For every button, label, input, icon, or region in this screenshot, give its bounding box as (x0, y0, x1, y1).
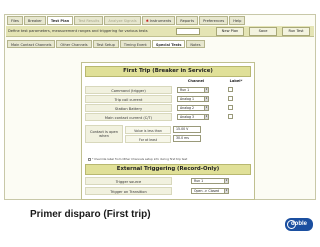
trigger-transition-label: Trigger on Transition (85, 187, 172, 195)
tab-special-tests[interactable]: Special Tests (151, 40, 186, 48)
status-box (176, 28, 200, 35)
instruction-bar: Define test parameters, measurement rang… (6, 26, 314, 37)
channel-column-header: Channel (187, 79, 205, 83)
menu-tab-help[interactable]: Help (229, 16, 246, 25)
contact-open-label: Contact is open when (85, 125, 123, 143)
save-button[interactable]: Save (249, 27, 277, 36)
trip-coil-current-label: Trip coil current (85, 95, 172, 103)
trip-coil-current-value: Analog 1 (180, 97, 195, 101)
trip-coil-current-row: Trip coil current Analog 1 ▾ (85, 95, 251, 103)
main-contact-current-row: Main contact current (C/T) Analog 3 ▾ (85, 113, 251, 121)
menu-tab-breaker[interactable]: Breaker (23, 16, 46, 25)
command-trigger-row: Command (trigger) Run 1 ▾ (85, 86, 251, 94)
first-trip-title: First Trip (Breaker in Service) (85, 66, 251, 77)
new-plan-button[interactable]: New Plan (216, 27, 244, 36)
menu-tab-analyze-signals: Analyze Signals (104, 16, 141, 25)
instruction-text: Define test parameters, measurement rang… (8, 29, 148, 33)
trip-coil-current-select[interactable]: Analog 1 ▾ (177, 96, 209, 102)
menu-tab-instruments-label: Instruments (149, 19, 172, 23)
trigger-transition-row: Trigger on Transition Open -> Closed ▾ (85, 187, 251, 195)
menu-tab-test-results: Test Results (74, 16, 104, 25)
chevron-down-icon: ▾ (224, 179, 228, 183)
slide-caption: Primer disparo (First trip) (30, 209, 151, 220)
station-battery-label: Station Battery (85, 104, 172, 112)
command-trigger-value: Run 1 (180, 88, 190, 92)
menu-tab-instruments[interactable]: ✱Instruments (141, 16, 176, 25)
tab-timing-event[interactable]: Timing Event (119, 40, 151, 48)
for-at-least-input[interactable]: 30.0 ms (173, 135, 201, 142)
menu-tab-preferences[interactable]: Preferences (199, 16, 229, 25)
value-unit: V (186, 127, 189, 131)
override-note-text: * Override label from Other Channels set… (92, 157, 188, 161)
main-contact-current-label-checkbox[interactable] (228, 114, 233, 119)
tab-other-channels[interactable]: Other Channels (56, 40, 92, 48)
station-battery-value: Analog 2 (180, 106, 195, 110)
command-trigger-select[interactable]: Run 1 ▾ (177, 87, 209, 93)
run-test-button[interactable]: Run Test (282, 27, 310, 36)
trigger-source-value: Run 1 (194, 179, 204, 183)
station-battery-select[interactable]: Analog 2 ▾ (177, 105, 209, 111)
command-trigger-label: Command (trigger) (85, 86, 172, 94)
chevron-down-icon: ▾ (224, 189, 228, 193)
first-trip-panel: First Trip (Breaker in Service) Channel … (81, 62, 255, 200)
trigger-transition-select[interactable]: Open -> Closed ▾ (191, 188, 229, 194)
station-battery-label-checkbox[interactable] (228, 105, 233, 110)
label-column-header: Label* (229, 79, 243, 83)
command-trigger-label-checkbox[interactable] (228, 87, 233, 92)
menu-bar: Files Breaker Test Plan Test Results Ana… (7, 16, 246, 25)
main-contact-current-select[interactable]: Analog 3 ▾ (177, 114, 209, 120)
chevron-down-icon: ▾ (204, 115, 208, 119)
menu-tab-test-plan[interactable]: Test Plan (46, 16, 74, 25)
main-contact-current-label: Main contact current (C/T) (85, 113, 172, 121)
chevron-down-icon: ▾ (204, 97, 208, 101)
override-note: * Override label from Other Channels set… (88, 157, 187, 161)
value-less-than-input[interactable]: 15.00 V (173, 126, 201, 133)
star-icon: ✱ (145, 19, 149, 23)
main-contact-current-value: Analog 3 (180, 115, 195, 119)
doble-logo: doble (285, 218, 313, 231)
trigger-source-select[interactable]: Run 1 ▾ (191, 178, 229, 184)
app-window: Files Breaker Test Plan Test Results Ana… (4, 14, 316, 200)
menu-tab-reports[interactable]: Reports (176, 16, 199, 25)
override-checkbox[interactable] (88, 157, 91, 161)
trigger-transition-value: Open -> Closed (194, 189, 220, 193)
station-battery-row: Station Battery Analog 2 ▾ (85, 104, 251, 112)
trip-coil-current-label-checkbox[interactable] (228, 96, 233, 101)
menu-tab-files[interactable]: Files (7, 16, 23, 25)
for-at-least-label: For at least (125, 135, 171, 143)
trigger-source-row: Trigger source Run 1 ▾ (85, 177, 251, 185)
trigger-source-label: Trigger source (85, 177, 172, 185)
external-triggering-title: External Triggering (Record-Only) (85, 164, 251, 175)
value-less-than-label: Value is less than (125, 126, 171, 134)
chevron-down-icon: ▾ (204, 88, 208, 92)
logo-text: doble (291, 221, 307, 227)
contact-open-group: Contact is open when Value is less than … (85, 125, 251, 145)
tab-main-contact-channels[interactable]: Main Contact Channels (7, 40, 56, 48)
tab-notes[interactable]: Notes (186, 40, 205, 48)
tab-test-setup[interactable]: Test Setup (92, 40, 119, 48)
sub-tabs: Main Contact Channels Other Channels Tes… (7, 40, 205, 48)
chevron-down-icon: ▾ (204, 106, 208, 110)
value-less-than-value: 15.00 (176, 127, 186, 131)
